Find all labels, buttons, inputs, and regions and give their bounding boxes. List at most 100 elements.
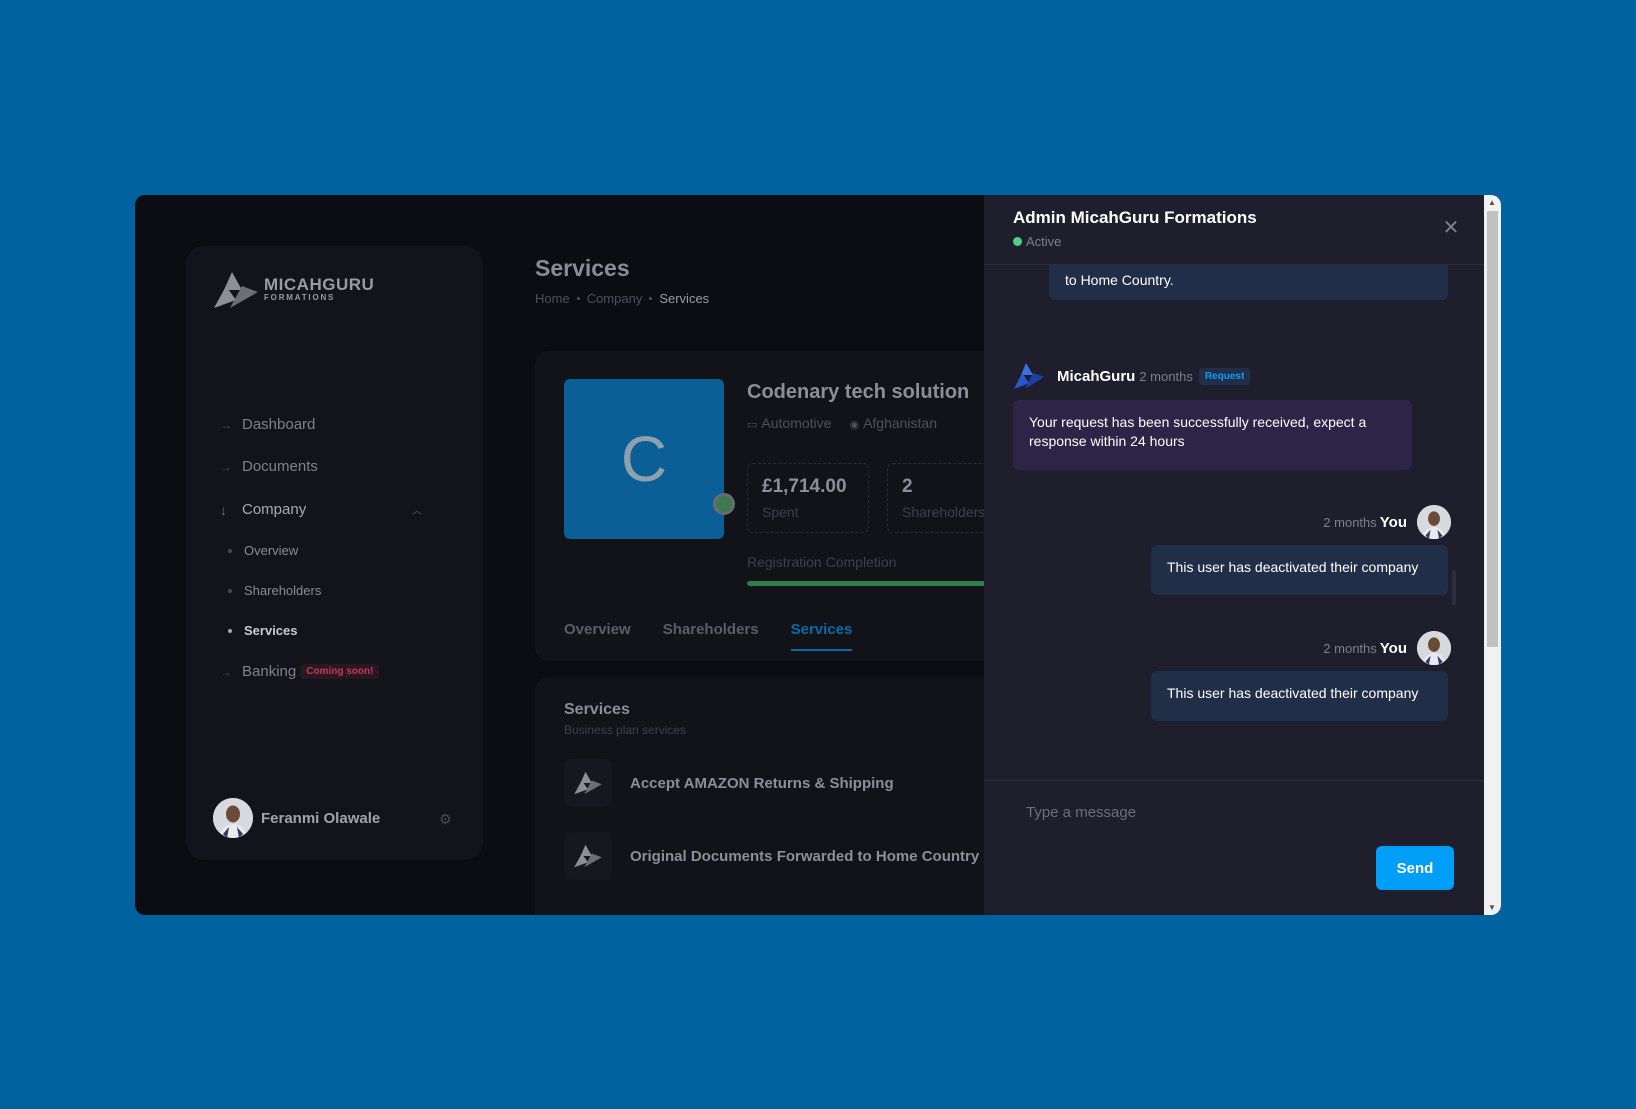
avatar xyxy=(213,798,253,838)
send-button[interactable]: Send xyxy=(1376,846,1454,890)
registration-label: Registration Completion xyxy=(747,554,897,570)
gear-icon[interactable]: ⚙ xyxy=(439,811,452,828)
message-input[interactable] xyxy=(1013,795,1443,829)
stat-value: £1,714.00 xyxy=(762,476,847,497)
request-badge: Request xyxy=(1198,367,1251,385)
user-profile[interactable]: Feranmi Olawale xyxy=(213,798,380,838)
brand-name: MICAHGURU xyxy=(264,275,375,294)
sidebar-item-banking[interactable]: → Banking Coming soon! xyxy=(220,663,380,680)
service-name: Original Documents Forwarded to Home Cou… xyxy=(630,847,980,865)
services-subtitle: Business plan services xyxy=(564,723,687,737)
message-text: This user has deactivated their company xyxy=(1167,685,1419,701)
sidebar-item-label: Banking xyxy=(242,663,297,680)
chat-drawer: Admin MicahGuru Formations Active ✕ to H… xyxy=(984,195,1484,915)
breadcrumb-home[interactable]: Home xyxy=(535,291,570,306)
arrow-right-icon: → xyxy=(220,459,232,474)
scrollbar-thumb[interactable] xyxy=(1487,211,1498,647)
sidebar-item-dashboard[interactable]: → Dashboard xyxy=(220,416,315,433)
sidebar-subitem-label: Shareholders xyxy=(244,583,322,598)
micahguru-logo-icon xyxy=(214,272,258,308)
sidebar-subitem-label: Overview xyxy=(244,543,299,558)
company-tabs: Overview Shareholders Services xyxy=(564,621,852,651)
service-logo-icon xyxy=(564,832,612,880)
message-sender: MicahGuru xyxy=(1057,367,1136,385)
coming-soon-badge: Coming soon! xyxy=(300,664,380,679)
message-text: This user has deactivated their company xyxy=(1167,559,1419,575)
stat-label: Shareholders xyxy=(902,504,986,520)
message-time: 2 months xyxy=(1139,368,1193,384)
brand-logo[interactable]: MICAHGURU FORMATIONS xyxy=(212,270,374,310)
user-photo-icon xyxy=(213,798,253,838)
sidebar: MICAHGURU FORMATIONS → Dashboard → Docum… xyxy=(186,246,483,860)
service-item[interactable]: Original Documents Forwarded to Home Cou… xyxy=(564,832,979,880)
breadcrumb-current: Services xyxy=(659,291,710,306)
online-dot-icon xyxy=(1013,237,1022,246)
breadcrumb-separator xyxy=(649,297,653,300)
service-logo-icon xyxy=(564,759,612,807)
message-bubble: to Home Country. xyxy=(1049,265,1448,300)
message-text: to Home Country. xyxy=(1065,272,1174,288)
company-name: Codenary tech solution xyxy=(747,381,970,403)
tab-overview[interactable]: Overview xyxy=(564,621,631,651)
user-name: Feranmi Olawale xyxy=(261,809,381,827)
sidebar-subitem-shareholders[interactable]: Shareholders xyxy=(228,583,321,598)
company-country: Afghanistan xyxy=(863,415,938,431)
page-scrollbar[interactable]: ▲ ▼ xyxy=(1484,195,1501,915)
location-pin-icon: ◉ xyxy=(849,419,860,431)
avatar xyxy=(1417,631,1451,665)
chat-header: Admin MicahGuru Formations Active ✕ xyxy=(984,195,1484,265)
company-initial: C xyxy=(620,423,668,495)
sidebar-subitem-overview[interactable]: Overview xyxy=(228,543,298,558)
chat-title: Admin MicahGuru Formations xyxy=(1013,208,1257,227)
sidebar-subitem-label: Services xyxy=(244,623,298,638)
scroll-down-icon[interactable]: ▼ xyxy=(1488,903,1496,912)
bullet-icon xyxy=(228,588,232,593)
sidebar-item-label: Dashboard xyxy=(242,416,316,433)
services-title: Services xyxy=(564,701,630,718)
arrow-right-icon: → xyxy=(220,664,232,679)
app-window: MICAHGURU FORMATIONS → Dashboard → Docum… xyxy=(135,195,1501,915)
sidebar-item-label: Company xyxy=(242,501,307,518)
message-scrollbar[interactable] xyxy=(1452,570,1456,605)
message-header: MicahGuru 2 months Request xyxy=(1013,362,1251,390)
arrow-down-icon: ↓ xyxy=(220,501,227,518)
message-header: 2 months You xyxy=(1323,505,1451,539)
company-meta: ▭ Automotive ◉ Afghanistan xyxy=(747,415,937,431)
user-photo-icon xyxy=(1417,505,1451,539)
page-title: Services xyxy=(535,255,630,281)
status-indicator xyxy=(713,493,735,515)
message-bubble: Your request has been successfully recei… xyxy=(1013,400,1412,470)
tab-services[interactable]: Services xyxy=(790,621,852,651)
sidebar-subitem-services[interactable]: Services xyxy=(228,623,298,638)
micahguru-avatar-icon xyxy=(1014,363,1044,389)
stat-spent: £1,714.00 Spent xyxy=(747,463,869,533)
close-icon[interactable]: ✕ xyxy=(1442,218,1460,238)
chat-status: Active xyxy=(1013,234,1061,249)
message-bubble: This user has deactivated their company xyxy=(1151,545,1448,595)
avatar xyxy=(1417,505,1451,539)
stat-label: Spent xyxy=(762,504,799,520)
breadcrumb: Home Company Services xyxy=(535,291,709,306)
company-industry: Automotive xyxy=(761,415,832,431)
scroll-up-icon[interactable]: ▲ xyxy=(1488,198,1496,207)
message-sender: You xyxy=(1379,639,1407,657)
sidebar-item-label: Documents xyxy=(242,458,318,475)
service-item[interactable]: Accept AMAZON Returns & Shipping xyxy=(564,759,894,807)
message-list[interactable]: to Home Country. MicahGuru 2 months Requ… xyxy=(984,265,1484,775)
message-time: 2 months xyxy=(1323,640,1377,656)
tab-shareholders[interactable]: Shareholders xyxy=(663,621,759,651)
company-logo: C xyxy=(564,379,724,539)
sidebar-item-company[interactable]: ↓ Company ︿ xyxy=(220,501,450,518)
breadcrumb-company[interactable]: Company xyxy=(587,291,643,306)
message-header: 2 months You xyxy=(1323,631,1451,665)
arrow-right-icon: → xyxy=(220,417,232,432)
chevron-up-icon: ︿ xyxy=(412,506,422,517)
industry-icon: ▭ xyxy=(747,419,758,431)
stat-value: 2 xyxy=(902,476,913,497)
message-text: Your request has been successfully recei… xyxy=(1029,414,1367,449)
sidebar-item-documents[interactable]: → Documents xyxy=(220,458,318,475)
message-sender: You xyxy=(1379,513,1407,531)
bullet-icon xyxy=(228,548,232,553)
message-composer: Send xyxy=(984,780,1484,915)
service-name: Accept AMAZON Returns & Shipping xyxy=(630,774,894,792)
